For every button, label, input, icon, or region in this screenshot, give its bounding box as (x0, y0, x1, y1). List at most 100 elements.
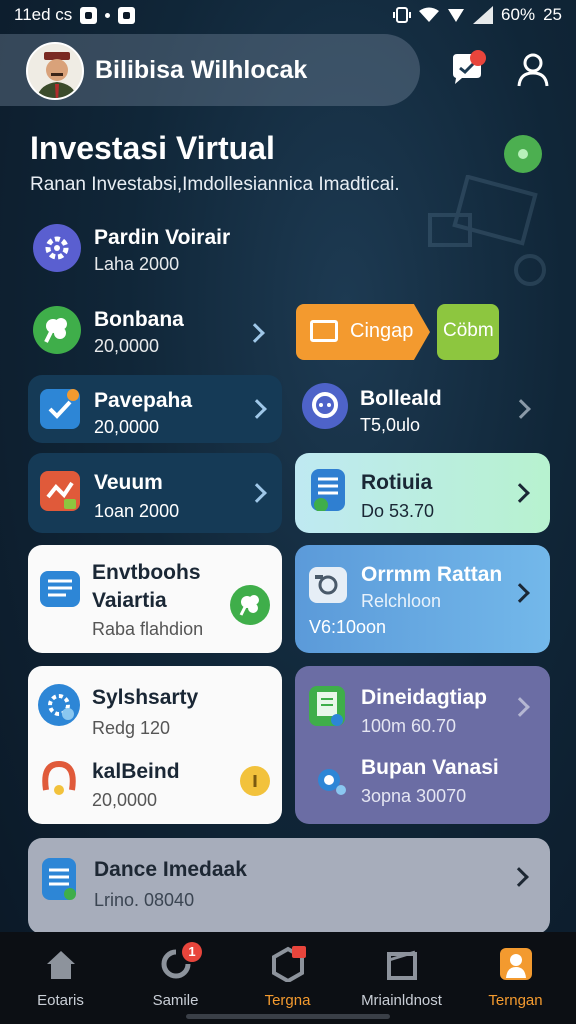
status-time: 11ed cs (14, 5, 73, 24)
page-subtitle: Ranan Investabsi,Imdollesiannica Imadtic… (30, 174, 400, 195)
envtboohs-card[interactable]: Envtboohs Vaiartia Raba flahdion (28, 545, 282, 653)
nav-item-tergna[interactable]: Tergna (230, 932, 345, 1024)
nav-label: Mriainldnost (361, 992, 442, 1009)
checkbox-icon (40, 389, 80, 429)
orrmm-card[interactable]: Orrmm Rattan Relchloon V6:10oon (295, 545, 550, 653)
chevron-right-icon (510, 697, 530, 717)
broccoli-icon (230, 585, 270, 625)
profile-button[interactable] (516, 52, 550, 88)
list-item[interactable]: Pardin Voirair Laha 2000 (28, 218, 280, 282)
dot-icon (105, 12, 111, 18)
calendar-icon (42, 858, 76, 900)
card-title: Veuum (94, 471, 163, 494)
nav-label: Tergna (264, 992, 311, 1009)
dineidagtiap-card[interactable]: Dineidagtiap 100m 60.70 Bupan Vanasi 3op… (295, 666, 550, 824)
card-title: Bolleald (360, 387, 442, 410)
notification-badge (470, 50, 486, 66)
chart-icon (40, 471, 80, 511)
info-icon (240, 766, 270, 796)
app-notification-icon (118, 6, 136, 24)
nav-item-mriainldnost[interactable]: Mriainldnost (344, 932, 459, 1024)
battery-level: 60% (501, 5, 536, 24)
card-title-2: Bupan Vanasi (361, 756, 499, 779)
veuum-card[interactable]: Veuum 1oan 2000 (28, 453, 282, 533)
card-subtitle: Raba flahdion (92, 619, 204, 639)
chevron-right-icon (511, 399, 531, 419)
card-title: Rotiuia (361, 471, 433, 494)
chevron-right-icon (247, 483, 267, 503)
list-item-title: Pardin Voirair (94, 226, 231, 249)
window-icon (310, 320, 338, 342)
user-name: Bilibisa Wilhlocak (95, 56, 308, 84)
box-icon (387, 950, 417, 980)
card-subtitle: 1oan 2000 (94, 501, 180, 521)
card-title: Dance Imedaak (94, 858, 247, 881)
nav-item-home[interactable]: Eotaris (3, 932, 118, 1024)
location-icon (448, 9, 465, 22)
document-icon (311, 469, 345, 512)
list-item[interactable]: Bonbana 20,0000 (28, 300, 280, 364)
card-title: Envtboohs (92, 561, 201, 584)
nav-item-terngan[interactable]: Terngan (458, 932, 573, 1024)
card-title-2: Vaiartia (92, 589, 167, 612)
nav-label: Terngan (488, 992, 543, 1009)
green-tag-label: Cöbm (443, 320, 494, 341)
page-title: Investasi Virtual (30, 130, 275, 166)
bolleald-card[interactable]: Bolleald T5,0ulo (296, 375, 550, 443)
list-item-title: Bonbana (94, 308, 184, 331)
card-subtitle: 20,0000 (94, 417, 160, 437)
list-item-subtitle: 20,0000 (94, 336, 160, 356)
card-subtitle: Do 53.70 (361, 501, 435, 521)
horseshoe-icon (38, 756, 80, 798)
card-subtitle-2: 20,0000 (92, 790, 158, 810)
card-value: V6:10oon (309, 617, 387, 637)
list-item-subtitle: Laha 2000 (94, 254, 180, 274)
chevron-right-icon (509, 867, 529, 887)
notification-icon (80, 6, 98, 24)
dance-card[interactable]: Dance Imedaak Lrino. 08040 (28, 838, 550, 934)
chevron-right-icon (245, 323, 265, 343)
card-subtitle: Redg 120 (92, 718, 171, 738)
background-decoration-icon (428, 175, 546, 286)
broccoli-icon (33, 306, 81, 354)
avatar[interactable] (26, 42, 84, 100)
wifi-icon (419, 7, 440, 22)
card-title: Dineidagtiap (361, 686, 488, 709)
card-subtitle: T5,0ulo (360, 415, 421, 435)
status-dot-icon[interactable] (504, 135, 542, 173)
orange-tag-label: Cingap (350, 320, 414, 342)
chevron-right-icon (510, 483, 530, 503)
person-icon (500, 948, 532, 980)
card-title: Pavepaha (94, 389, 193, 412)
settings-icon (38, 684, 80, 726)
card-title: Orrmm Rattan (361, 563, 503, 586)
vibrate-icon (393, 7, 412, 23)
nav-badge: 1 (182, 942, 202, 962)
sylshsarty-card[interactable]: Sylshsarty Redg 120 kalBeind 20,0000 (28, 666, 282, 824)
gear-icon (33, 224, 81, 272)
signal-icon (473, 6, 494, 24)
pavepaha-card[interactable]: Pavepaha 20,0000 (28, 375, 282, 443)
chat-icon (302, 383, 348, 429)
card-title: Sylshsarty (92, 686, 199, 709)
bottom-navigation: Eotaris 1 Samile Tergna Mriainldnost Ter… (0, 932, 576, 1024)
rotiuia-card[interactable]: Rotiuia Do 53.70 (295, 453, 550, 533)
nav-label: Samile (152, 992, 199, 1009)
card-subtitle: Lrino. 08040 (94, 890, 195, 910)
home-icon (47, 951, 75, 979)
receipt-icon (309, 686, 345, 726)
status-bar: 11ed cs 60% 25 (0, 0, 576, 32)
chevron-right-icon (247, 399, 267, 419)
home-indicator[interactable] (186, 1014, 390, 1019)
user-icon (517, 53, 549, 87)
status-extra: 25 (543, 5, 562, 24)
card-subtitle-2: 3opna 30070 (361, 786, 467, 806)
status-left: 11ed cs (14, 5, 136, 25)
nav-label: Eotaris (37, 992, 84, 1009)
nav-item-samile[interactable]: 1 Samile (118, 932, 233, 1024)
card-subtitle: Relchloon (361, 591, 442, 611)
card-title-2: kalBeind (92, 760, 180, 783)
gear-cluster-icon (309, 760, 349, 800)
status-right: 60% 25 (393, 5, 562, 25)
card-subtitle: 100m 60.70 (361, 716, 457, 736)
